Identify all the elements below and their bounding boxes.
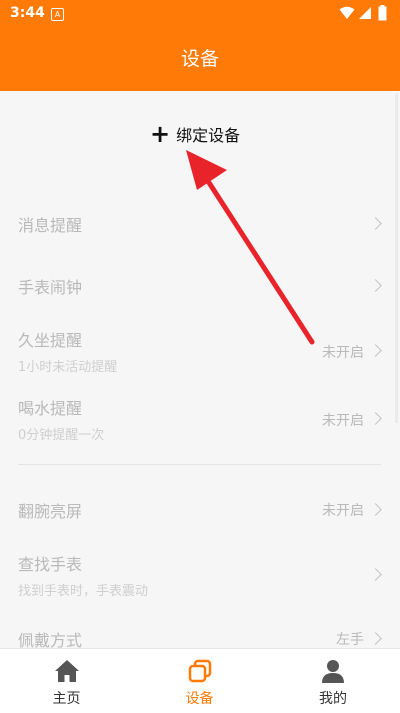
tab-home[interactable]: 主页: [0, 649, 133, 713]
tab-label: 主页: [52, 691, 81, 707]
battery-icon: [378, 5, 387, 21]
status-bar: 3:44 A: [0, 0, 400, 28]
setting-find-watch[interactable]: 查找手表 找到手表时，手表震动: [0, 548, 400, 606]
device-icon: [188, 659, 211, 683]
setting-watch-alarm[interactable]: 手表闹钟: [0, 258, 400, 314]
setting-subtitle: 1小时未活动提醒: [18, 360, 118, 375]
setting-wrist-wake[interactable]: 翻腕亮屏 未开启: [0, 482, 400, 538]
page-title: 设备: [180, 48, 219, 70]
plus-icon: +: [150, 120, 171, 148]
notification-a-icon: A: [51, 8, 64, 21]
chevron-right-icon: [369, 412, 382, 425]
setting-drink-water-reminder[interactable]: 喝水提醒 0分钟提醒一次 未开启: [0, 392, 400, 450]
setting-message-reminder[interactable]: 消息提醒: [0, 196, 400, 252]
wifi-icon: [339, 6, 355, 19]
chevron-right-icon: [369, 344, 382, 357]
status-time: 3:44: [10, 5, 45, 21]
setting-subtitle: 找到手表时，手表震动: [18, 584, 149, 599]
setting-sedentary-reminder[interactable]: 久坐提醒 1小时未活动提醒 未开启: [0, 324, 400, 382]
setting-label: 喝水提醒: [18, 399, 83, 418]
tab-label: 我的: [319, 691, 347, 707]
chevron-right-icon: [369, 503, 382, 516]
tab-device[interactable]: 设备: [133, 649, 266, 713]
setting-value: 未开启: [322, 345, 364, 361]
setting-label: 消息提醒: [18, 216, 83, 235]
setting-label: 查找手表: [18, 555, 83, 574]
chevron-right-icon: [369, 279, 382, 292]
setting-value: 左手: [336, 632, 364, 648]
chevron-right-icon: [369, 568, 382, 581]
setting-label: 久坐提醒: [18, 331, 83, 350]
home-icon: [54, 660, 79, 682]
section-divider: [18, 464, 381, 465]
setting-value: 未开启: [322, 413, 364, 429]
bind-device-label: 绑定设备: [176, 126, 241, 145]
setting-wear-mode[interactable]: 佩戴方式 左手: [0, 624, 400, 650]
profile-icon: [322, 660, 344, 683]
tab-profile[interactable]: 我的: [266, 649, 400, 713]
setting-value: 未开启: [322, 503, 364, 519]
setting-label: 翻腕亮屏: [18, 502, 83, 521]
setting-subtitle: 0分钟提醒一次: [18, 428, 105, 443]
setting-label: 手表闹钟: [18, 278, 83, 297]
bind-device-button[interactable]: + 绑定设备: [150, 120, 240, 148]
app-header: 3:44 A 设备: [0, 0, 400, 91]
tab-label: 设备: [185, 691, 214, 707]
chevron-right-icon: [369, 217, 382, 230]
signal-icon: [359, 7, 371, 19]
chevron-right-icon: [369, 632, 382, 645]
bottom-nav: 主页 设备 我的: [0, 648, 400, 713]
scrollbar[interactable]: [395, 93, 398, 423]
